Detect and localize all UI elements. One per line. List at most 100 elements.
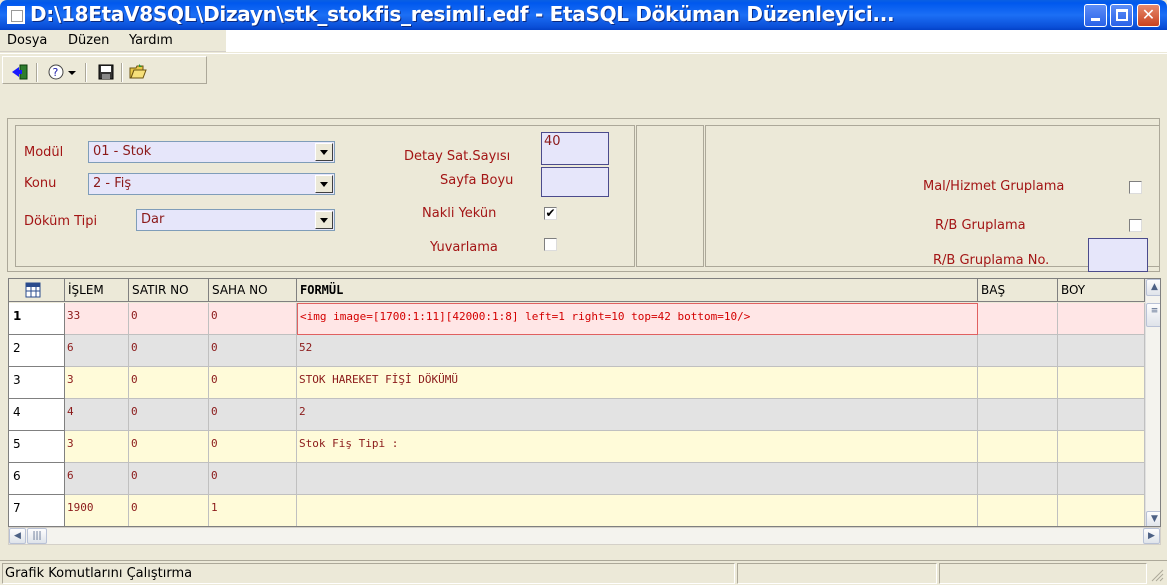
detay-sat-sayisi-input[interactable]: 40 — [541, 132, 609, 165]
cell-formul[interactable] — [297, 463, 978, 495]
chevron-down-icon[interactable] — [315, 143, 333, 161]
scroll-up-button[interactable]: ▲ — [1146, 279, 1160, 296]
cell-bas[interactable] — [978, 463, 1058, 495]
close-button[interactable]: ✕ — [1137, 4, 1160, 27]
header-formul[interactable]: FORMÜL — [297, 279, 978, 302]
cell-islem[interactable]: 33 — [65, 303, 129, 335]
horizontal-scrollbar[interactable]: ◀ ||| ▶ — [8, 527, 1161, 545]
cell-saha-no[interactable]: 0 — [209, 463, 297, 495]
cell-formul[interactable]: STOK HAREKET FİŞİ DÖKÜMÜ — [297, 367, 978, 399]
row-number[interactable]: 2 — [9, 335, 65, 367]
cell-boy[interactable] — [1058, 431, 1145, 463]
header-satir-no[interactable]: SATIR NO — [129, 279, 209, 302]
cell-satir-no[interactable]: 0 — [129, 303, 209, 335]
yuvarlama-checkbox[interactable] — [544, 238, 557, 251]
window-icon[interactable] — [7, 6, 25, 24]
cell-boy[interactable] — [1058, 399, 1145, 431]
menu-duzen[interactable]: Düzen — [68, 33, 109, 48]
dokum-tipi-select[interactable]: Dar — [136, 209, 335, 231]
menu-dosya[interactable]: Dosya — [7, 33, 47, 48]
cell-boy[interactable] — [1058, 303, 1145, 335]
cell-satir-no[interactable]: 0 — [129, 431, 209, 463]
cell-saha-no[interactable]: 0 — [209, 399, 297, 431]
exit-icon[interactable] — [11, 63, 29, 81]
minimize-button[interactable] — [1084, 4, 1107, 27]
rb-gruplama-no-input[interactable] — [1088, 238, 1148, 272]
header-boy[interactable]: BOY — [1058, 279, 1145, 302]
chevron-down-icon[interactable] — [315, 211, 333, 229]
row-number[interactable]: 3 — [9, 367, 65, 399]
cell-formul[interactable]: 2 — [297, 399, 978, 431]
header-islem[interactable]: İŞLEM — [65, 279, 129, 302]
menu-yardim[interactable]: Yardım — [129, 33, 173, 48]
cell-bas[interactable] — [978, 303, 1058, 335]
formula-grid[interactable]: İŞLEM SATIR NO SAHA NO FORMÜL BAŞ BOY 13… — [8, 278, 1161, 527]
cell-satir-no[interactable]: 0 — [129, 367, 209, 399]
save-icon[interactable] — [97, 63, 115, 81]
cell-bas[interactable] — [978, 367, 1058, 399]
modul-select[interactable]: 01 - Stok — [88, 141, 335, 163]
close-icon: ✕ — [1141, 5, 1156, 24]
resize-grip-icon[interactable] — [1150, 568, 1164, 582]
cell-bas[interactable] — [978, 431, 1058, 463]
cell-saha-no[interactable]: 0 — [209, 335, 297, 367]
cell-islem[interactable]: 3 — [65, 431, 129, 463]
cell-formul[interactable]: 52 — [297, 335, 978, 367]
cell-islem[interactable]: 3 — [65, 367, 129, 399]
sayfa-boyu-input[interactable] — [541, 167, 609, 197]
cell-boy[interactable] — [1058, 367, 1145, 399]
open-folder-icon[interactable] — [129, 63, 147, 81]
scroll-down-button[interactable]: ▼ — [1146, 511, 1160, 526]
cell-formul[interactable]: <img image=[1700:1:11][42000:1:8] left=1… — [297, 303, 978, 335]
konu-label: Konu — [24, 176, 57, 191]
row-number[interactable]: 7 — [9, 495, 65, 526]
status-bar: Grafik Komutlarını Çalıştırma — [0, 560, 1167, 585]
grid-corner[interactable] — [9, 279, 65, 302]
header-saha-no[interactable]: SAHA NO — [209, 279, 297, 302]
chevron-down-icon[interactable] — [315, 175, 333, 193]
cell-satir-no[interactable]: 0 — [129, 495, 209, 526]
cell-formul[interactable]: Stok Fiş Tipi : — [297, 431, 978, 463]
cell-satir-no[interactable]: 0 — [129, 335, 209, 367]
cell-satir-no[interactable]: 0 — [129, 463, 209, 495]
nakli-yekun-checkbox[interactable]: ✔ — [544, 207, 557, 220]
cell-islem[interactable]: 6 — [65, 335, 129, 367]
rb-gruplama-checkbox[interactable] — [1129, 219, 1142, 232]
cell-bas[interactable] — [978, 495, 1058, 526]
sayfa-boyu-label: Sayfa Boyu — [440, 173, 514, 188]
header-bas[interactable]: BAŞ — [978, 279, 1058, 302]
cell-boy[interactable] — [1058, 335, 1145, 367]
minimize-icon — [1091, 18, 1100, 21]
row-number[interactable]: 1 — [9, 303, 65, 335]
table-icon — [25, 282, 41, 298]
konu-select[interactable]: 2 - Fiş — [88, 173, 335, 195]
mal-hizmet-gruplama-checkbox[interactable] — [1129, 181, 1142, 194]
scroll-left-button[interactable]: ◀ — [9, 528, 26, 544]
cell-saha-no[interactable]: 1 — [209, 495, 297, 526]
cell-formul[interactable] — [297, 495, 978, 526]
horizontal-scroll-thumb[interactable]: ||| — [27, 528, 47, 544]
cell-bas[interactable] — [978, 335, 1058, 367]
title-bar[interactable]: D:\18EtaV8SQL\Dizayn\stk_stokfis_resimli… — [0, 0, 1167, 30]
dropdown-arrow-icon[interactable] — [67, 63, 77, 81]
menu-bar-empty-area — [226, 30, 1167, 52]
cell-saha-no[interactable]: 0 — [209, 431, 297, 463]
scroll-right-button[interactable]: ▶ — [1143, 528, 1160, 544]
cell-islem[interactable]: 1900 — [65, 495, 129, 526]
help-icon[interactable]: ? — [47, 63, 65, 81]
row-number[interactable]: 6 — [9, 463, 65, 495]
maximize-button[interactable] — [1110, 4, 1133, 27]
cell-bas[interactable] — [978, 399, 1058, 431]
scroll-thumb[interactable]: ≡ — [1146, 303, 1160, 327]
cell-boy[interactable] — [1058, 463, 1145, 495]
cell-boy[interactable] — [1058, 495, 1145, 526]
cell-saha-no[interactable]: 0 — [209, 367, 297, 399]
cell-islem[interactable]: 6 — [65, 463, 129, 495]
vertical-scrollbar[interactable]: ▲ ≡ ▼ — [1145, 279, 1160, 526]
cell-saha-no[interactable]: 0 — [209, 303, 297, 335]
konu-select-value: 2 - Fiş — [93, 176, 132, 191]
cell-islem[interactable]: 4 — [65, 399, 129, 431]
row-number[interactable]: 5 — [9, 431, 65, 463]
row-number[interactable]: 4 — [9, 399, 65, 431]
cell-satir-no[interactable]: 0 — [129, 399, 209, 431]
